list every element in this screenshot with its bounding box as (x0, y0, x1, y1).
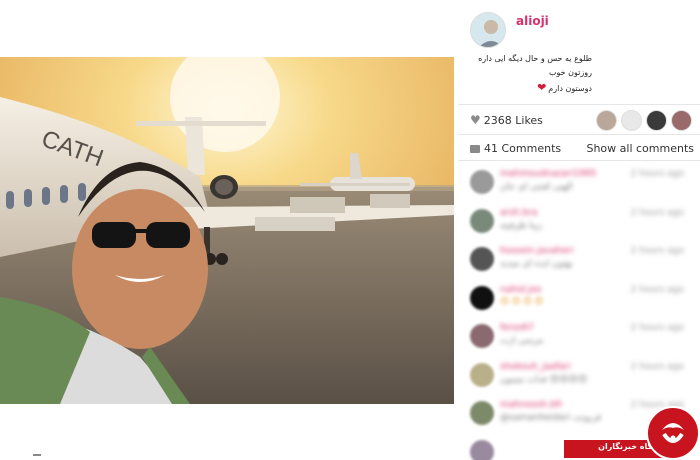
commenter-avatar[interactable] (470, 362, 494, 387)
comment-time: 2 hours ago (630, 323, 685, 333)
post-sidebar: alioji طلوع یه حس و حال دیگه ایی داره رو… (458, 0, 700, 460)
comment-time: 2 hours ago (630, 284, 685, 295)
post-author-username[interactable]: alioji (516, 14, 549, 28)
caption-line-1: طلوع یه حس و حال دیگه ایی داره (478, 54, 592, 63)
commenter-avatar[interactable] (470, 324, 494, 348)
comment-item: feroz67 مرسی ازت 2 hours ago (458, 320, 700, 360)
commenter-avatar[interactable] (470, 401, 494, 425)
post-photo[interactable]: CATH (0, 57, 454, 404)
scroll-marker (33, 454, 41, 456)
comment-text: فدات ممنون 😍😍😍😍 (500, 374, 588, 385)
comment-item: mahmoudnazari1995 الهیی لعنتی ای جان 2 hou… (458, 166, 700, 206)
comment-time: 2 hours ago (630, 361, 685, 372)
instagram-post-view: CATH alioji طلوع یه حس و حال دیگه ایی دا… (0, 0, 700, 460)
commenter-avatar[interactable] (470, 208, 494, 233)
comment-item: nahid.joo 😍😍😍😍 2 hours ago (458, 282, 700, 322)
liker-avatar[interactable] (596, 110, 617, 131)
logo-badge-icon (646, 406, 700, 460)
divider (458, 160, 700, 161)
red-heart-icon: ❤ (537, 81, 547, 94)
commenter-avatar[interactable] (470, 285, 494, 310)
commenter-avatar[interactable] (470, 170, 494, 194)
comment-text: مرسی ازت (500, 336, 544, 346)
commenter-username[interactable]: shokouh_jaafari (500, 362, 571, 372)
comment-item: hossein.javaheri بهتون ایده ای میدید 2 hou… (458, 243, 700, 283)
caption-line-3: دوستون دارم❤ (472, 81, 592, 96)
likes-label: 2368 Likes (483, 113, 543, 127)
comments-count[interactable]: 41 Comments (470, 142, 561, 155)
divider (458, 134, 700, 135)
comment-text: 😍😍😍😍 (500, 296, 546, 307)
comments-label: 41 Comments (484, 142, 562, 155)
likes-count[interactable]: ♥ 2368 Likes (470, 113, 543, 127)
news-agency-logo: باشگاه خبرنگاران (564, 404, 700, 460)
comment-time: 2 hours ago (630, 207, 685, 218)
post-author-avatar[interactable] (470, 12, 506, 48)
liker-avatar[interactable] (646, 110, 667, 131)
commenter-username[interactable]: feroz67 (500, 323, 534, 333)
commenter-username[interactable]: mahnoosh.bfr (500, 400, 563, 410)
comment-text: بهتون ایده ای میدید (500, 259, 573, 269)
comment-text: زیبا ظرفیته (500, 220, 542, 231)
comment-time: 2 hours ago (630, 246, 685, 256)
heart-icon: ♥ (470, 113, 481, 127)
caption-line-3-text: دوستون دارم (548, 84, 592, 93)
liker-avatar[interactable] (621, 110, 642, 131)
commenter-username[interactable]: mahmoudnazari1995 (500, 169, 596, 179)
comment-bubble-icon (470, 144, 480, 153)
commenter-avatar[interactable] (470, 247, 494, 271)
show-all-comments-link[interactable]: Show all comments (586, 142, 694, 155)
selfie-airplane-image: CATH (0, 57, 454, 404)
commenter-avatar[interactable] (470, 439, 494, 460)
divider (458, 104, 700, 105)
caption-line-2: روزتون خوب (549, 68, 592, 77)
comment-item: arsh.bra زیبا ظرفیته 2 hours ago (458, 205, 700, 245)
commenter-username[interactable]: nahid.joo (500, 285, 542, 295)
commenter-username[interactable]: hossein.javaheri (500, 246, 574, 256)
comment-time: 2 hours ago (630, 169, 685, 179)
liker-avatar[interactable] (671, 110, 692, 131)
commenter-username[interactable]: arsh.bra (500, 208, 537, 218)
comment-text: الهیی لعنتی ای جان (500, 182, 573, 192)
comment-item: shokouh_jaafari فدات ممنون 😍😍😍😍 2 hours ag… (458, 359, 700, 399)
